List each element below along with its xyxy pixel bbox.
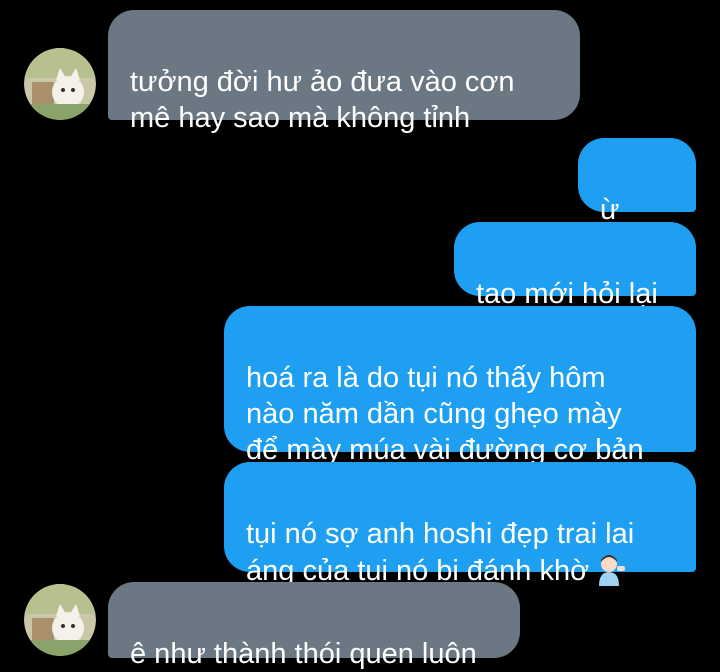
outgoing-message-bubble[interactable]: hoá ra là do tụi nó thấy hôm nào năm dần… [224, 306, 696, 466]
message-text: ê như thành thói quen luôn [130, 638, 477, 670]
outgoing-message-bubble[interactable]: ừ đấy [578, 138, 696, 262]
outgoing-message-bubble[interactable]: tụi nó sợ anh hoshi đẹp trai lai áng của… [224, 462, 696, 587]
cat-avatar-icon [24, 48, 96, 120]
incoming-message-bubble[interactable]: ê như thành thói quen luôn [108, 582, 520, 670]
cat-avatar-icon [24, 584, 96, 656]
avatar[interactable] [24, 48, 96, 120]
incoming-message-bubble[interactable]: tưởng đời hư ảo đưa vào cơn mê hay sao m… [108, 10, 580, 134]
avatar[interactable] [24, 584, 96, 656]
message-text: tụi nó sợ anh hoshi đẹp trai lai áng của… [246, 518, 635, 587]
message-text: tưởng đời hư ảo đưa vào cơn mê hay sao m… [130, 66, 515, 134]
person-tipping-hand-emoji [599, 555, 626, 586]
message-text: hoá ra là do tụi nó thấy hôm nào năm dần… [246, 362, 644, 466]
outgoing-message-bubble[interactable]: tao mới hỏi lại [454, 222, 696, 310]
